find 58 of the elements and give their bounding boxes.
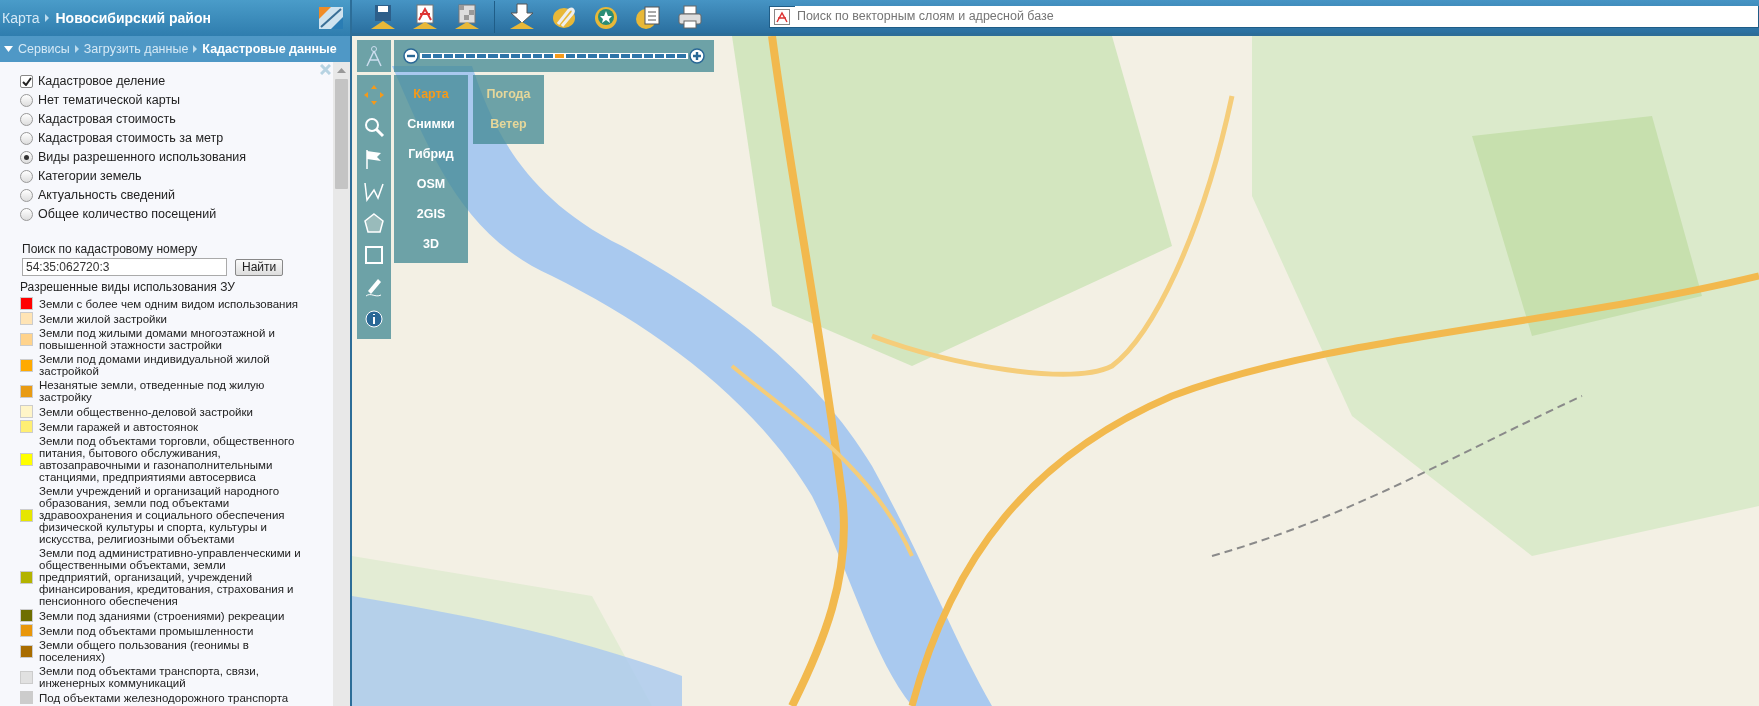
legend-label: Земли под объектами торговли, общественного питания, бытового обслуживания, автозаправочными и газонаполнительными станциями, предприятиями автосервиса [39, 435, 296, 483]
layer-option-label: Виды разрешенного использования [38, 149, 247, 167]
overlay-toggle[interactable]: Погода [473, 79, 544, 109]
layer-tab[interactable]: 2GIS [394, 199, 468, 229]
scroll-up-arrow-icon[interactable] [337, 67, 346, 75]
radio-button[interactable] [20, 170, 33, 183]
layer-tab[interactable]: Гибрид [394, 139, 468, 169]
radio-button[interactable] [20, 208, 33, 221]
legend-label: Земли под объектами промышленности [39, 624, 255, 637]
radio-button[interactable] [20, 189, 33, 202]
zoom-slider[interactable] [420, 53, 688, 59]
overlay-toggle[interactable]: Ветер [473, 109, 544, 139]
legend-label: Земли под зданиями (строениями) рекреации [39, 609, 286, 622]
search-label: Поиск по кадастровому номеру [22, 241, 199, 258]
layer-option-label: Кадастровое деление [38, 73, 166, 91]
breadcrumb-link[interactable]: Загрузить данные [83, 39, 189, 59]
close-icon[interactable] [320, 64, 331, 75]
radio-button[interactable] [20, 94, 33, 107]
collapse-caret-icon[interactable] [4, 46, 13, 52]
breadcrumb-link[interactable]: Сервисы [18, 39, 70, 59]
legend-label: Земли учреждений и организаций народного образования, земли под объектами здравоохранения и социального обеспечения физической культуры и спорта, культуры и искусства, религиозными объектами [39, 485, 286, 545]
layer-option-label: Кадастровая стоимость [38, 111, 176, 129]
legend-label: Под объектами железнодорожного транспорта [39, 691, 290, 704]
slider-thumb[interactable] [554, 54, 564, 58]
radio-button[interactable] [20, 151, 33, 164]
layer-tab[interactable]: Карта [394, 79, 468, 109]
find-button[interactable]: Найти [235, 258, 284, 276]
legend-label: Земли под объектами транспорта, связи, инженерных коммуникаций [39, 665, 260, 689]
legend-label: Земли жилой застройки [39, 312, 168, 325]
radio-button[interactable] [20, 113, 33, 126]
layer-option-label: Общее количество посещений [38, 206, 217, 224]
layers-logo-icon[interactable] [318, 6, 344, 30]
breadcrumb-link[interactable]: Кадастровые данные [202, 39, 337, 59]
radio-button[interactable] [20, 132, 33, 145]
layer-option-label: Актуальность сведений [38, 187, 176, 205]
layer-option-label: Категории земель [38, 168, 142, 186]
legend-label: Земли общего пользования (геонимы в поселениях) [39, 639, 250, 663]
layer-tab[interactable]: OSM [394, 169, 468, 199]
legend-label: Земли с более чем одним видом использования [39, 297, 300, 310]
breadcrumb-link[interactable]: Карта [2, 7, 40, 29]
layer-option-label: Кадастровая стоимость за метр [38, 130, 224, 148]
checkbox[interactable] [20, 75, 33, 88]
breadcrumb-link[interactable]: Новосибирский район [55, 7, 211, 29]
legend-label: Незанятые земли, отведенные под жилую застройку [39, 379, 266, 403]
compass-document-icon [773, 8, 790, 25]
scrollbar-track[interactable] [333, 62, 350, 706]
legend-label: Земли под административно-управленческими и общественными объектами, земли предприятий, организаций, учреждений финансирования, кредитования, страхования и пенсионного обеспечения [39, 547, 301, 607]
layer-tab[interactable]: 3D [394, 229, 468, 259]
layer-option-label: Нет тематической карты [38, 92, 181, 110]
legend-label: Земли гаражей и автостоянок [39, 420, 200, 433]
legend-label: Земли общественно-деловой застройки [39, 405, 254, 418]
scrollbar-thumb[interactable] [335, 79, 348, 189]
layer-tab[interactable]: Снимки [394, 109, 468, 139]
legend-title: Разрешенные виды использования ЗУ [20, 279, 236, 296]
legend-label: Земли под домами индивидуальной жилой застройкой [39, 353, 271, 377]
cadastral-number-field[interactable]: 54:35:062720:3 [22, 258, 227, 276]
search-field[interactable]: Поиск по векторным слоям и адресной базе [768, 5, 1759, 28]
legend-label: Земли под жилыми домами многоэтажной и повышенной этажности застройки [39, 327, 277, 351]
